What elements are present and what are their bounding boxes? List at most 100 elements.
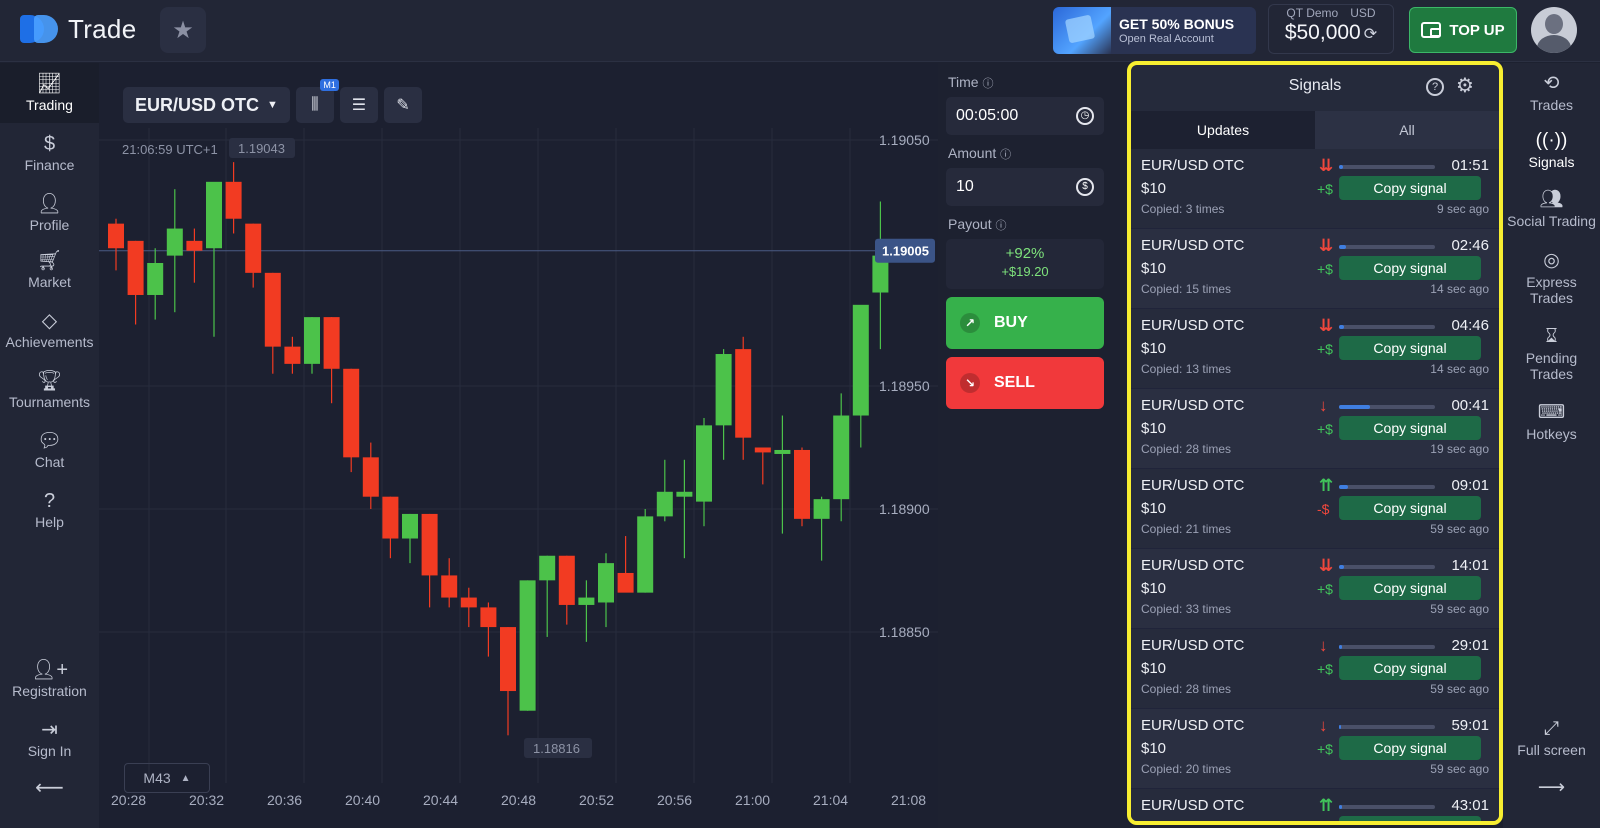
copy-signal-button[interactable]: Copy signal — [1339, 736, 1481, 760]
bonus-banner[interactable]: GET 50% BONUS Open Real Account — [1053, 7, 1256, 54]
signal-result: +$ — [1317, 581, 1333, 597]
time-tick-label: 20:40 — [345, 792, 380, 808]
signal-direction-icon: ⇊ — [1319, 156, 1334, 175]
bonus-gift-icon — [1053, 7, 1111, 54]
signal-item: EUR/USD OTC $10 Copied: 3 times ⇊ +$ 01:51 Cop… — [1131, 149, 1499, 229]
wallet-icon — [1421, 22, 1442, 38]
signal-copied-count: Copied: 28 times — [1141, 682, 1232, 696]
copy-signal-button[interactable]: Copy signal — [1339, 576, 1481, 600]
nav-signin-label: Sign In — [27, 743, 72, 759]
copy-signal-button[interactable]: Copy signal — [1339, 656, 1481, 680]
low-price-label: 1.18816 — [533, 741, 580, 756]
gear-icon[interactable]: ⚙ — [1456, 65, 1474, 107]
nav-hotkeys[interactable]: ⌨︎ Hotkeys — [1503, 400, 1600, 442]
nav-profile[interactable]: 👤︎ Profile — [0, 191, 99, 233]
nav-tournaments[interactable]: 🏆︎ Tournaments — [0, 368, 99, 410]
asset-selector[interactable]: EUR/USD OTC ▼ — [123, 87, 290, 123]
copy-signal-button[interactable]: Copy signal — [1339, 816, 1481, 821]
time-tick-label: 20:36 — [267, 792, 302, 808]
copy-signal-button[interactable]: Copy signal — [1339, 176, 1481, 200]
logo[interactable]: Trade — [20, 12, 136, 46]
favorites-button[interactable]: ★ — [160, 7, 206, 53]
amount-label: Amount — [948, 145, 997, 161]
copy-signal-button[interactable]: Copy signal — [1339, 336, 1481, 360]
candlestick-chart[interactable]: 1.19050 1.18950 1.18900 1.18850 20:28 20:32 20… — [99, 63, 938, 828]
trade-panel: Time ⓘ 00:05:00 ◷ Amount ⓘ 10 $ Payout ⓘ… — [946, 63, 1104, 423]
signal-result: +$ — [1317, 341, 1333, 357]
nav-trades[interactable]: ⟲ Trades — [1503, 71, 1600, 113]
nav-registration[interactable]: 👤︎+ Registration — [0, 657, 99, 699]
nav-chat[interactable]: 💬︎ Chat — [0, 428, 99, 470]
candle — [147, 248, 164, 320]
candle — [206, 181, 222, 337]
copy-signal-button[interactable]: Copy signal — [1339, 496, 1481, 520]
copy-signal-button[interactable]: Copy signal — [1339, 256, 1481, 280]
nav-finance[interactable]: $ Finance — [0, 131, 99, 173]
chart-type-button[interactable]: ⫼ M1 — [295, 79, 339, 123]
signal-pair: EUR/USD OTC — [1141, 797, 1245, 814]
signals-title: Signals — [1288, 77, 1342, 94]
nav-achievements[interactable]: ◇ Achievements — [0, 308, 99, 350]
candle — [558, 555, 575, 625]
user-icon: 👤︎ — [36, 193, 63, 215]
signal-progress-bar — [1339, 405, 1435, 409]
signal-direction-icon: ↓ — [1319, 396, 1328, 415]
signal-pair: EUR/USD OTC — [1141, 317, 1245, 334]
bonus-subtitle: Open Real Account — [1119, 33, 1214, 45]
timeframe-button[interactable]: M43 ▲ — [124, 763, 210, 793]
copy-signal-button[interactable]: Copy signal — [1339, 416, 1481, 440]
amount-info-icon[interactable]: ⓘ — [1000, 149, 1011, 161]
signal-result: +$ — [1317, 421, 1333, 437]
signal-progress-bar — [1339, 325, 1435, 329]
fullscreen-button[interactable]: ⤢ Full screen — [1503, 716, 1600, 758]
payout-info-icon[interactable]: ⓘ — [995, 220, 1006, 232]
drawing-tools-button[interactable]: ✎ — [383, 87, 422, 123]
candle — [264, 272, 281, 374]
candle — [774, 415, 791, 534]
sell-button[interactable]: ↘ SELL — [946, 357, 1104, 409]
nav-hotkeys-label: Hotkeys — [1526, 426, 1577, 442]
tab-all[interactable]: All — [1315, 111, 1499, 149]
top-up-button[interactable]: TOP UP — [1409, 7, 1517, 53]
refresh-icon[interactable]: ⟳ — [1364, 26, 1377, 43]
nav-social-trading[interactable]: 👥︎ Social Trading — [1503, 187, 1600, 229]
price-chart[interactable]: 1.19050 1.18950 1.18900 1.18850 20:28 20:32 20… — [99, 63, 938, 828]
account-selector[interactable]: QT Demo USD $50,000 ⟳ — [1268, 4, 1394, 54]
nav-trading[interactable]: 📈︎ Trading — [0, 63, 99, 123]
nav-market-label: Market — [28, 274, 71, 290]
signal-result: +$ — [1317, 741, 1333, 757]
nav-tournaments-label: Tournaments — [9, 394, 90, 410]
signal-result: -$ — [1317, 501, 1330, 517]
nav-signals[interactable]: ((·)) Signals — [1503, 128, 1600, 170]
signal-pair: EUR/USD OTC — [1141, 717, 1245, 734]
time-field[interactable]: 00:05:00 ◷ — [946, 97, 1104, 135]
top-up-label: TOP UP — [1449, 21, 1505, 39]
candle — [833, 393, 850, 522]
price-tick-label: 1.19050 — [879, 132, 930, 148]
price-tick-label: 1.18900 — [879, 501, 930, 517]
nav-express-trades[interactable]: ◎ Express Trades — [1503, 248, 1600, 306]
left-sidebar: 📈︎ Trading $ Finance 👤︎ Profile 🛒︎ Marke… — [0, 63, 99, 828]
avatar[interactable] — [1531, 7, 1577, 53]
signal-time: 04:46 — [1451, 317, 1489, 334]
expand-panel-button[interactable]: ⟶ — [1503, 775, 1600, 801]
tab-updates[interactable]: Updates — [1131, 111, 1315, 149]
buy-button[interactable]: ↗ BUY — [946, 297, 1104, 349]
nav-help[interactable]: ? Help — [0, 488, 99, 530]
signal-progress-bar — [1339, 245, 1435, 249]
indicators-button[interactable]: ☰ — [339, 87, 378, 123]
collapse-sidebar-button[interactable]: ⟵ — [0, 775, 99, 801]
signal-age: 14 sec ago — [1430, 282, 1489, 296]
amount-field[interactable]: 10 $ — [946, 168, 1104, 206]
nav-signin[interactable]: ⇥ Sign In — [0, 717, 99, 759]
help-circle-icon[interactable]: ? — [1426, 78, 1444, 96]
current-price-label: 1.19005 — [882, 244, 929, 259]
candle — [656, 459, 673, 522]
time-info-icon[interactable]: ⓘ — [982, 78, 993, 90]
time-tick-label: 21:00 — [735, 792, 770, 808]
nav-pending-trades[interactable]: ⌛︎ Pending Trades — [1503, 324, 1600, 382]
nav-market[interactable]: 🛒︎ Market — [0, 248, 99, 290]
signal-time: 43:01 — [1451, 797, 1489, 814]
sign-in-icon: ⇥ — [41, 719, 58, 741]
cart-icon: 🛒︎ — [36, 250, 63, 272]
